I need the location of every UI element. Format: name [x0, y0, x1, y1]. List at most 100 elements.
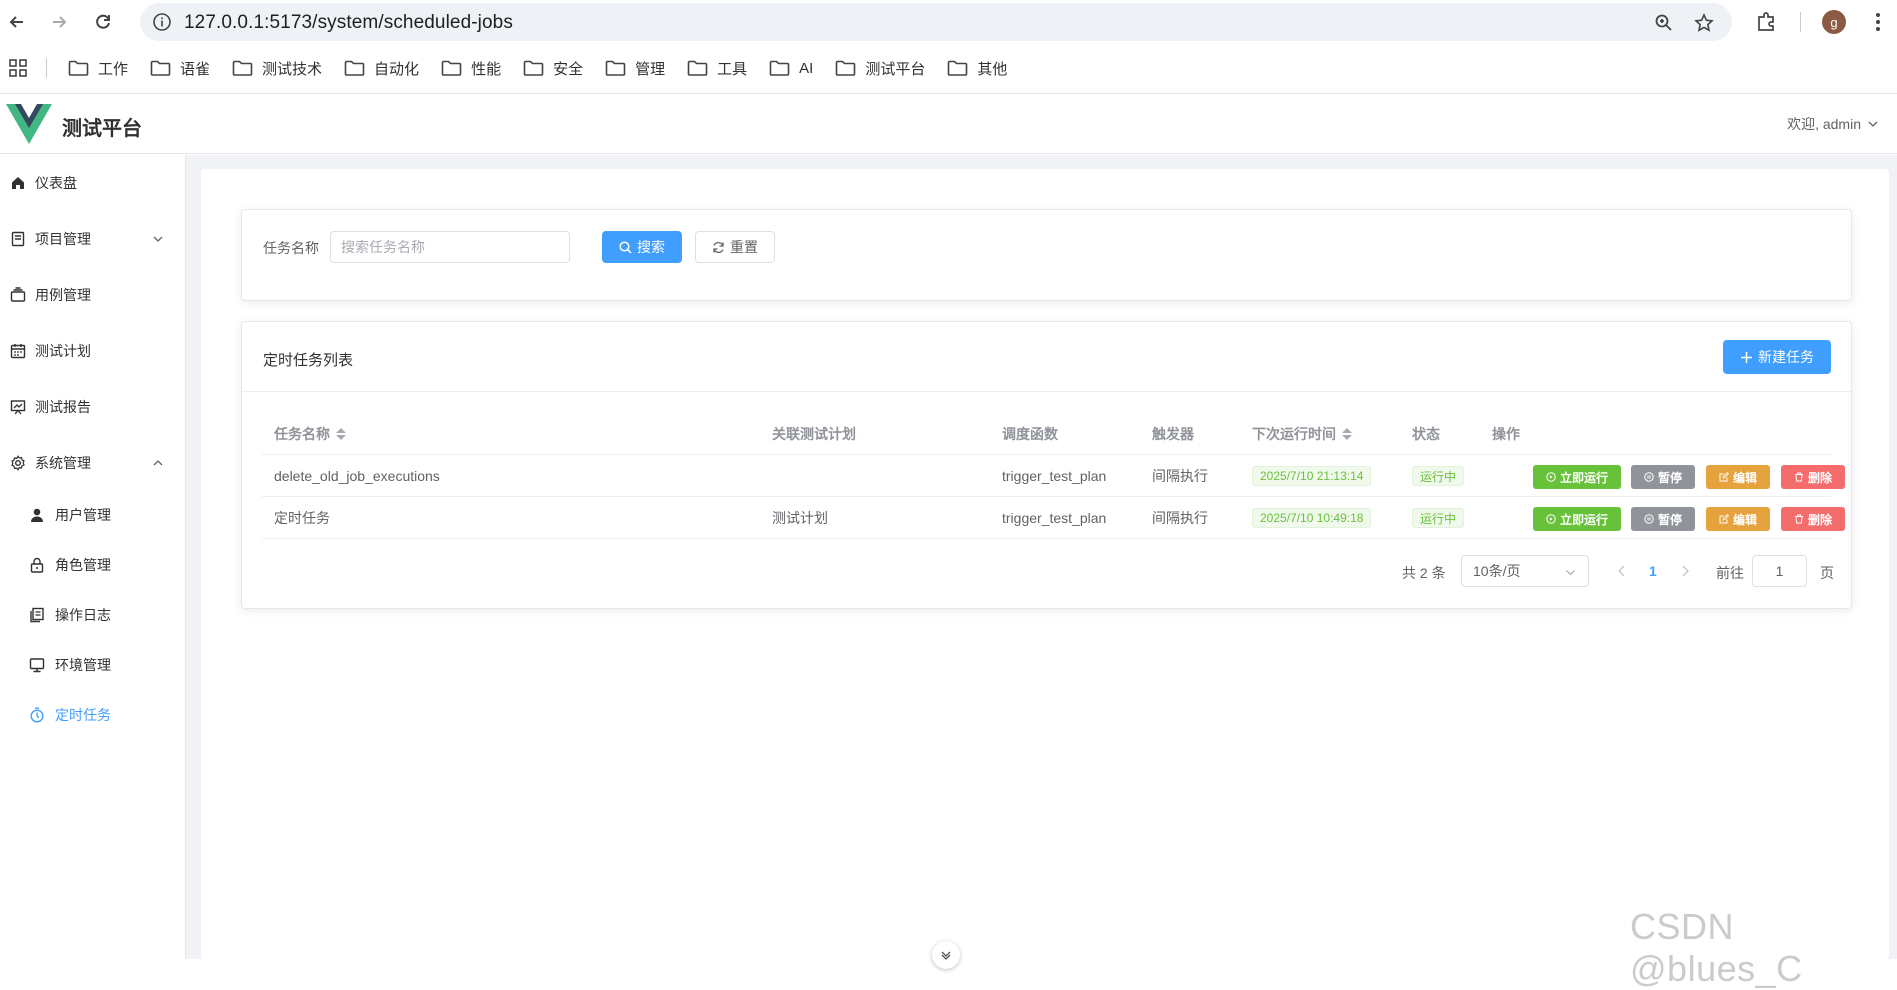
bookmark-folder[interactable]: 性能: [441, 56, 501, 80]
status-badge: 运行中: [1412, 466, 1465, 486]
pause-circle-icon: [1644, 514, 1654, 524]
bookmark-folder[interactable]: 安全: [523, 56, 583, 80]
page-size-value: 10条/页: [1473, 563, 1521, 579]
sort-icon[interactable]: [336, 428, 346, 440]
bookmark-folder[interactable]: 测试技术: [232, 56, 322, 80]
page-number-current[interactable]: 1: [1649, 563, 1657, 579]
edit-label: 编辑: [1732, 470, 1757, 485]
list-header: 定时任务列表 新建任务: [242, 322, 1851, 392]
sidebar-subitem-scheduled-jobs[interactable]: 定时任务: [0, 690, 185, 740]
bookmark-star-icon[interactable]: [1694, 13, 1714, 33]
back-button[interactable]: [0, 5, 34, 39]
user-dropdown[interactable]: 欢迎, admin: [1787, 114, 1879, 134]
bookmark-folder[interactable]: 管理: [605, 56, 665, 80]
bookmark-folder[interactable]: 测试平台: [835, 56, 925, 80]
sidebar-subitem-users[interactable]: 用户管理: [0, 490, 185, 540]
search-panel: 任务名称 搜索 重置: [241, 209, 1852, 301]
run-now-label: 立即运行: [1559, 512, 1608, 527]
welcome-text[interactable]: 欢迎, admin: [1787, 114, 1861, 134]
bookmark-folder[interactable]: 其他: [947, 56, 1007, 80]
browser-menu-icon[interactable]: [1868, 10, 1888, 34]
task-name-search-input[interactable]: [330, 231, 570, 263]
edit-button[interactable]: 编辑: [1706, 507, 1770, 531]
cell-trigger: 间隔执行: [1152, 510, 1208, 526]
sidebar-item-dashboard[interactable]: 仪表盘: [0, 155, 185, 211]
reset-button[interactable]: 重置: [695, 231, 775, 263]
sidebar-item-system[interactable]: 系统管理: [0, 435, 185, 491]
log-icon: [30, 607, 44, 623]
sidebar-item-test-plans[interactable]: 测试计划: [0, 323, 185, 379]
reload-icon: [96, 14, 110, 29]
bookmarks-divider: [46, 58, 47, 78]
column-header-next-run[interactable]: 下次运行时间: [1252, 413, 1352, 455]
run-now-button[interactable]: 立即运行: [1533, 507, 1621, 531]
table-header: 任务名称 关联测试计划 调度函数 触发器 下次运行时间 状态 操作: [262, 413, 1831, 455]
extensions-icon[interactable]: [1755, 11, 1777, 33]
toolbar-divider: [1800, 12, 1801, 32]
next-page-icon[interactable]: [1679, 564, 1691, 578]
edit-icon: [1719, 514, 1729, 524]
job-list-panel: 定时任务列表 新建任务 任务名称 关联测试计划 调度函数 触发器 下次运行时间 …: [241, 321, 1852, 609]
scroll-down-button[interactable]: [932, 941, 960, 969]
column-label: 任务名称: [274, 426, 330, 442]
url-text[interactable]: 127.0.0.1:5173/system/scheduled-jobs: [184, 12, 513, 34]
sidebar-subitem-environments[interactable]: 环境管理: [0, 640, 185, 690]
sort-icon[interactable]: [1342, 428, 1352, 440]
folder-icon: [948, 60, 968, 76]
bookmark-folder[interactable]: 工作: [68, 56, 128, 80]
case-icon: [10, 287, 26, 302]
cell-status: 运行中: [1412, 455, 1465, 497]
pause-button[interactable]: 暂停: [1631, 465, 1695, 489]
new-job-button[interactable]: 新建任务: [1723, 340, 1831, 374]
search-button[interactable]: 搜索: [602, 231, 682, 263]
address-bar[interactable]: 127.0.0.1:5173/system/scheduled-jobs: [140, 3, 1732, 41]
delete-label: 删除: [1807, 470, 1832, 485]
folder-icon: [687, 60, 708, 76]
cell-next-run: 2025/7/10 10:49:18: [1252, 497, 1372, 539]
run-now-button[interactable]: 立即运行: [1533, 465, 1621, 489]
pause-button[interactable]: 暂停: [1631, 507, 1695, 531]
column-label: 关联测试计划: [772, 426, 856, 442]
home-icon: [12, 177, 24, 189]
bookmark-folder[interactable]: AI: [769, 56, 813, 80]
bookmark-label: AI: [799, 59, 814, 77]
sidebar-item-label: 环境管理: [55, 657, 111, 673]
cell-task-name: 定时任务: [274, 510, 330, 526]
delete-button[interactable]: 删除: [1781, 465, 1845, 489]
reload-button[interactable]: [86, 5, 120, 39]
app-title: 测试平台: [62, 118, 142, 140]
zoom-icon[interactable]: [1654, 13, 1674, 33]
timer-icon: [30, 707, 44, 723]
sidebar-item-projects[interactable]: 项目管理: [0, 211, 185, 267]
bookmark-folder[interactable]: 自动化: [344, 56, 419, 80]
profile-avatar[interactable]: g: [1822, 10, 1846, 34]
page-size-select[interactable]: 10条/页: [1461, 555, 1589, 587]
sidebar-item-reports[interactable]: 测试报告: [0, 379, 185, 435]
goto-page-input[interactable]: [1752, 555, 1807, 587]
chevron-down-icon: [153, 236, 163, 242]
pause-label: 暂停: [1657, 512, 1682, 527]
folder-icon: [769, 60, 790, 76]
sidebar-item-label: 测试计划: [35, 343, 91, 359]
edit-button[interactable]: 编辑: [1706, 465, 1770, 489]
delete-button[interactable]: 删除: [1781, 507, 1845, 531]
sidebar-item-label: 定时任务: [55, 707, 111, 723]
reset-button-label: 重置: [730, 239, 758, 255]
sidebar-subitem-roles[interactable]: 角色管理: [0, 540, 185, 590]
sidebar-item-cases[interactable]: 用例管理: [0, 267, 185, 323]
play-circle-icon: [1546, 514, 1556, 524]
calendar-icon: [10, 344, 26, 359]
prev-page-icon[interactable]: [1616, 564, 1628, 578]
browser-toolbar: 127.0.0.1:5173/system/scheduled-jobs g: [0, 0, 1897, 44]
folder-icon: [68, 60, 89, 76]
apps-grid-icon[interactable]: [8, 58, 28, 78]
sidebar-subitem-logs[interactable]: 操作日志: [0, 590, 185, 640]
column-header-task-name[interactable]: 任务名称: [274, 413, 346, 455]
bookmark-folder[interactable]: 语雀: [150, 56, 210, 80]
folder-icon: [344, 60, 365, 76]
chevron-up-icon: [153, 460, 163, 466]
bookmark-folder[interactable]: 工具: [687, 56, 747, 80]
site-info-icon[interactable]: [152, 12, 172, 32]
column-header-trigger: 触发器: [1152, 413, 1194, 455]
forward-button[interactable]: [42, 5, 76, 39]
